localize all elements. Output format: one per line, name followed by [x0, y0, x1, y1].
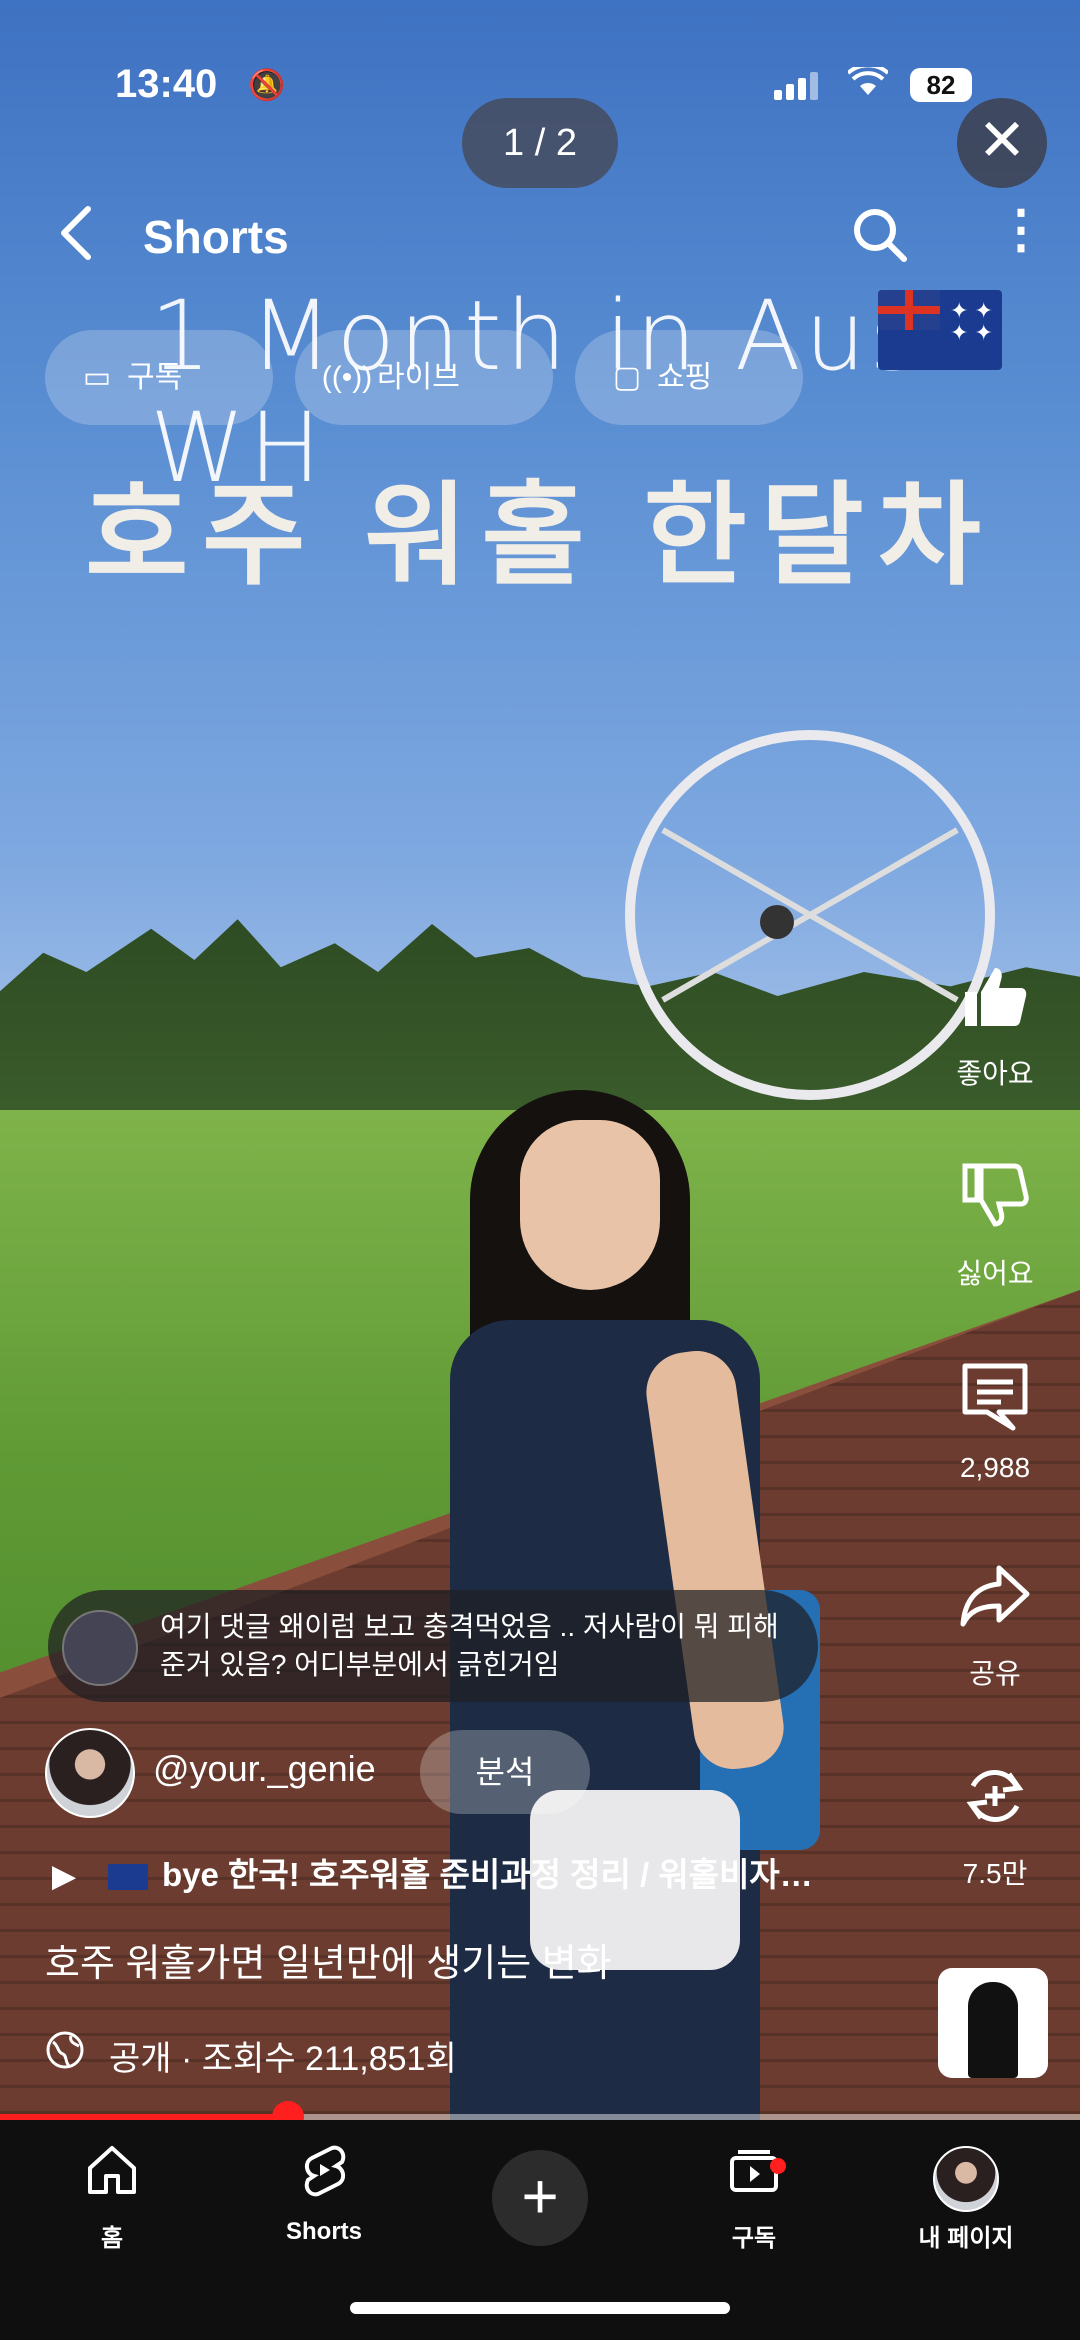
tab-home[interactable]: 홈	[22, 2142, 202, 2253]
chip-label: 쇼핑	[657, 361, 713, 394]
comments-count: 2,988	[959, 1452, 1031, 1483]
ferris-wheel-hub	[760, 905, 794, 939]
analytics-button[interactable]: 분석	[420, 1730, 590, 1814]
status-time: 13:40	[115, 62, 218, 106]
video-caption-korean: 호주 워홀 한달차	[85, 473, 995, 598]
related-video-title: bye 한국! 호주워홀 준비과정 정리 / 워홀비자…	[162, 1856, 813, 1893]
southern-cross: ✦ ✦ ✦ ✦	[950, 298, 993, 345]
globe-icon	[45, 2030, 95, 2079]
thumbs-down-icon	[930, 1160, 1060, 1248]
home-indicator	[350, 2302, 730, 2314]
face	[520, 1120, 660, 1290]
avatar	[933, 2146, 999, 2212]
bell-muted-icon: 🔕	[248, 69, 286, 102]
australia-flag-icon: ✦ ✦ ✦ ✦	[878, 290, 1002, 370]
shopping-bag-icon: ▢	[612, 361, 642, 394]
remix-icon	[930, 1760, 1060, 1848]
chip-label: 라이브	[377, 361, 460, 394]
live-icon: ((•))	[321, 361, 373, 394]
dislike-button[interactable]: 싫어요	[930, 1160, 1060, 1292]
chip-live[interactable]: ((•)) 라이브	[295, 330, 553, 425]
related-video-link[interactable]: ▶ bye 한국! 호주워홀 준비과정 정리 / 워홀비자…	[52, 1848, 932, 1896]
australia-flag-icon	[108, 1864, 148, 1891]
comment-icon	[930, 1360, 1060, 1448]
top-navigation: Shorts ⋮	[0, 195, 1080, 285]
pinned-comment[interactable]: 여기 댓글 왜이럼 보고 충격먹었음 .. 저사람이 뭐 피해준거 있음? 어디…	[48, 1590, 818, 1702]
chip-label: 구독	[127, 361, 183, 394]
channel-handle[interactable]: @your._genie	[153, 1748, 376, 1790]
subscriptions-icon	[664, 2142, 844, 2212]
tab-label: 구독	[731, 2225, 777, 2252]
play-icon: ▶	[52, 1860, 76, 1893]
shorts-viewer-screen: 13:40 🔕 82 1 / 2 ✕ 1 Month in Aus WH ✦ ✦…	[0, 0, 1080, 2340]
comment-avatar	[62, 1610, 138, 1686]
views-text: 공개 · 조회수 211,851회	[109, 2040, 457, 2078]
wifi-icon	[846, 63, 890, 106]
like-label: 좋아요	[956, 1058, 1034, 1089]
home-icon	[22, 2142, 202, 2212]
tab-label: Shorts	[285, 2218, 362, 2245]
comments-button[interactable]: 2,988	[930, 1360, 1060, 1484]
sound-thumbnail[interactable]	[938, 1968, 1048, 2078]
page-indicator: 1 / 2	[462, 98, 618, 188]
notification-dot	[770, 2158, 786, 2174]
cellular-signal-icon	[774, 72, 822, 100]
create-button[interactable]: +	[492, 2150, 588, 2246]
tab-shorts[interactable]: Shorts	[234, 2142, 414, 2246]
dislike-label: 싫어요	[956, 1258, 1034, 1289]
comment-text: 여기 댓글 왜이럼 보고 충격먹었음 .. 저사람이 뭐 피해준거 있음? 어디…	[160, 1611, 779, 1680]
tab-label: 내 페이지	[918, 2225, 1014, 2252]
thumbs-up-icon	[930, 960, 1060, 1048]
back-arrow-icon[interactable]	[56, 203, 96, 273]
more-options-icon[interactable]: ⋮	[995, 204, 1047, 256]
visibility-views: 공개 · 조회수 211,851회	[45, 2030, 457, 2080]
tab-my-page[interactable]: 내 페이지	[876, 2142, 1056, 2253]
tab-subscriptions[interactable]: 구독	[664, 2142, 844, 2253]
subscriptions-icon: ▭	[82, 361, 112, 394]
page-title: Shorts	[143, 211, 289, 263]
share-label: 공유	[969, 1658, 1021, 1689]
like-button[interactable]: 좋아요	[930, 960, 1060, 1092]
tab-label: 홈	[100, 2225, 124, 2252]
remix-count: 7.5만	[962, 1858, 1028, 1889]
search-icon[interactable]	[850, 205, 910, 270]
video-description[interactable]: 호주 워홀가면 일년만에 생기는 변화	[45, 1932, 612, 1987]
remix-button[interactable]: 7.5만	[930, 1760, 1060, 1892]
thumbnail-figure	[968, 1982, 1018, 2078]
close-button[interactable]: ✕	[957, 98, 1047, 188]
battery-indicator: 82	[910, 68, 972, 102]
profile-avatar	[876, 2142, 1056, 2212]
share-icon	[930, 1560, 1060, 1648]
chip-subscriptions[interactable]: ▭ 구독	[45, 330, 273, 425]
chip-shopping[interactable]: ▢ 쇼핑	[575, 330, 803, 425]
shorts-icon	[234, 2142, 414, 2212]
avatar[interactable]	[45, 1728, 135, 1818]
share-button[interactable]: 공유	[930, 1560, 1060, 1692]
union-jack	[878, 290, 940, 330]
